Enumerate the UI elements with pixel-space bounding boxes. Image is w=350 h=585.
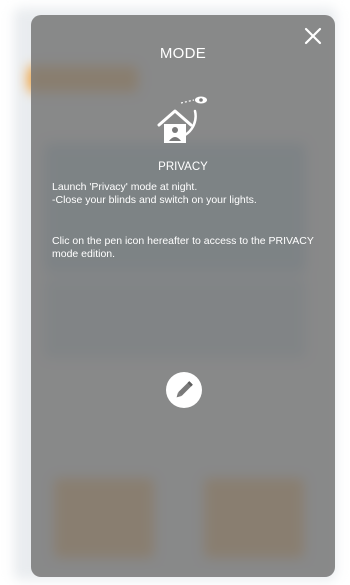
- modal-title: MODE: [159, 45, 207, 62]
- app-screen: MODE PRIVACY Launch 'Privacy' mode at ni…: [0, 0, 350, 585]
- close-icon[interactable]: [301, 24, 325, 48]
- house-privacy-icon: [151, 89, 215, 153]
- mode-name: PRIVACY: [158, 161, 208, 173]
- mode-info-modal: MODE PRIVACY Launch 'Privacy' mode at ni…: [31, 15, 335, 577]
- edit-hint: Clic on the pen icon hereafter to access…: [52, 235, 321, 261]
- description-line: Launch 'Privacy' mode at night.: [52, 181, 198, 193]
- hint-text: Clic on the pen icon hereafter to access…: [52, 235, 314, 260]
- edit-mode-button[interactable]: [166, 372, 202, 408]
- mode-description: Launch 'Privacy' mode at night. -Close y…: [52, 181, 321, 207]
- description-line: -Close your blinds and switch on your li…: [52, 194, 257, 206]
- pen-icon: [176, 381, 193, 398]
